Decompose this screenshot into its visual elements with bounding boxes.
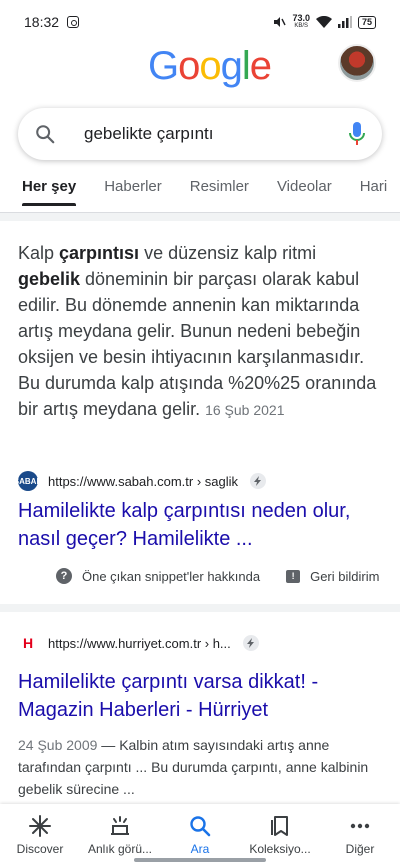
gesture-bar[interactable] <box>134 858 266 862</box>
hurriyet-source[interactable]: H https://www.hurriyet.com.tr › h... <box>18 633 259 653</box>
nav-snapshot[interactable]: Anlık görü... <box>80 804 160 866</box>
tab-all[interactable]: Her şey <box>22 172 77 212</box>
sabah-result-title[interactable]: Hamilelikte kalp çarpıntısı neden olur, … <box>18 497 378 553</box>
feedback-icon: ! <box>286 569 301 583</box>
section-divider <box>0 213 400 221</box>
amp-bolt-icon <box>242 635 259 651</box>
status-bar: 18:32 73.0 KB/S 75 <box>0 0 400 44</box>
snippet-date: 16 Şub 2021 <box>205 402 285 418</box>
nav-search[interactable]: Ara <box>160 804 240 866</box>
featured-snippet-text: Kalp çarpıntısı ve düzensiz kalp ritmi g… <box>18 243 377 419</box>
hurriyet-result-title[interactable]: Hamilelikte çarpıntı varsa dikkat! - Mag… <box>18 668 378 724</box>
about-snippets-link[interactable]: Öne çıkan snippet'ler hakkında <box>82 569 260 584</box>
snippet-footer: ? Öne çıkan snippet'ler hakkında ! Geri … <box>56 568 379 584</box>
feedback-link[interactable]: Geri bildirim <box>310 569 379 584</box>
search-tabs: Her şey Haberler Resimler Videolar Hari <box>0 172 400 212</box>
search-input[interactable]: gebelikte çarpıntı <box>84 124 348 144</box>
hurriyet-favicon: H <box>18 633 38 653</box>
help-icon: ? <box>56 568 72 584</box>
nav-discover[interactable]: Discover <box>0 804 80 866</box>
battery-icon: 75 <box>357 15 376 29</box>
snapshot-icon <box>111 816 129 835</box>
wifi-icon <box>315 15 332 28</box>
asterisk-icon <box>29 815 51 837</box>
more-icon <box>350 823 370 829</box>
bottom-navigation: Discover Anlık görü... Ara Koleksiyo... … <box>0 804 400 866</box>
mute-icon <box>274 17 287 27</box>
status-time: 18:32 <box>24 14 60 30</box>
section-divider <box>0 604 400 612</box>
sabah-source[interactable]: SABAH https://www.sabah.com.tr › saglik <box>14 471 267 491</box>
signal-icon <box>337 16 352 28</box>
google-logo[interactable]: Google <box>148 44 272 89</box>
microphone-icon[interactable] <box>348 121 366 147</box>
tab-maps[interactable]: Hari <box>360 172 388 212</box>
nav-collections[interactable]: Koleksiyo... <box>240 804 320 866</box>
result-date: 24 Şub 2009 <box>18 737 98 753</box>
tab-videos[interactable]: Videolar <box>277 172 332 212</box>
tab-images[interactable]: Resimler <box>190 172 249 212</box>
avatar[interactable] <box>338 44 376 82</box>
sabah-url[interactable]: https://www.sabah.com.tr › saglik <box>48 474 238 489</box>
instagram-notification-icon <box>67 16 80 28</box>
tab-news[interactable]: Haberler <box>104 172 162 212</box>
hurriyet-description: 24 Şub 2009 — Kalbin atım sayısındaki ar… <box>18 737 369 797</box>
collections-icon <box>271 816 288 836</box>
sabah-favicon: SABAH <box>14 471 42 491</box>
search-icon <box>36 125 55 144</box>
search-box[interactable]: gebelikte çarpıntı <box>18 108 382 160</box>
header: Google <box>0 44 400 104</box>
hurriyet-url[interactable]: https://www.hurriyet.com.tr › h... <box>48 636 231 651</box>
amp-bolt-icon <box>250 473 267 489</box>
search-icon <box>190 816 211 837</box>
net-speed: 73.0 KB/S <box>292 13 310 30</box>
nav-more[interactable]: Diğer <box>320 804 400 866</box>
status-icons: 73.0 KB/S 75 <box>272 14 376 30</box>
